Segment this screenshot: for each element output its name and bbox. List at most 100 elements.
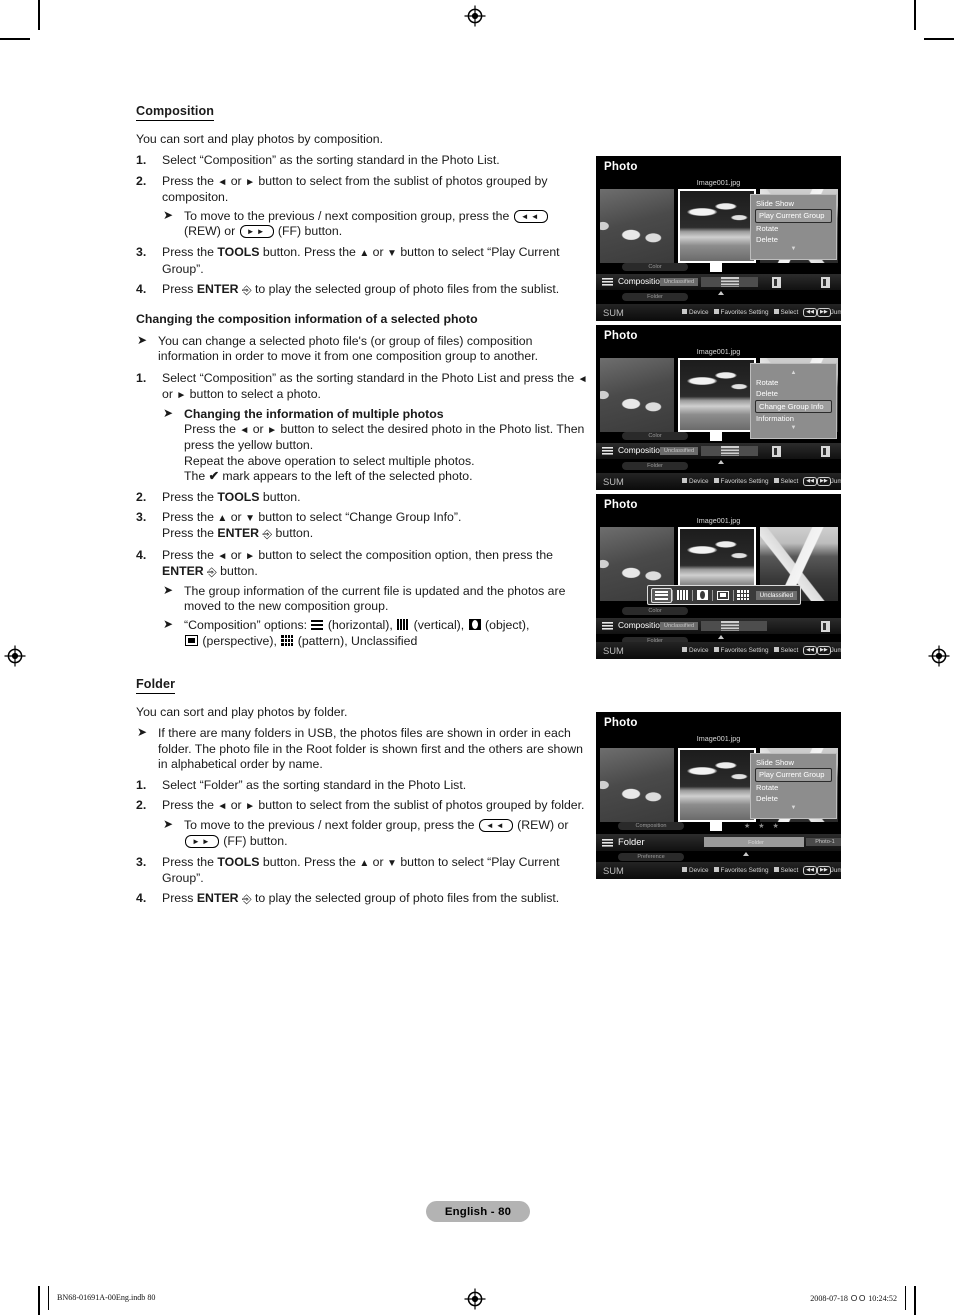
instructions-column: Composition You can sort and play photos… bbox=[136, 104, 588, 912]
photo-thumbnail-selected[interactable] bbox=[678, 358, 756, 432]
help-select[interactable]: Select bbox=[773, 867, 798, 874]
sort-current-row[interactable]: Composition Unclassified bbox=[596, 443, 841, 459]
option-unclassified[interactable]: Unclassified bbox=[755, 590, 798, 600]
tools-popup-menu[interactable]: ▲ Rotate Delete Change Group Info Inform… bbox=[750, 363, 837, 439]
composition-option-bar[interactable]: Unclassified bbox=[647, 585, 801, 605]
sum-label: SUM bbox=[603, 476, 624, 487]
rew-jump-icon: ◀◀ bbox=[803, 646, 817, 655]
help-select[interactable]: Select bbox=[773, 478, 798, 485]
help-jump[interactable]: ◀◀▶▶Jump bbox=[803, 477, 841, 486]
sort-current-label: Composition bbox=[618, 620, 665, 630]
help-device[interactable]: Device bbox=[682, 647, 709, 654]
menu-item-delete[interactable]: Delete bbox=[751, 388, 836, 399]
right-arrow-icon: ► bbox=[176, 389, 187, 401]
page-jump-marker-right[interactable] bbox=[821, 446, 830, 457]
help-jump[interactable]: ◀◀▶▶Jump bbox=[803, 866, 841, 875]
sort-current-row[interactable]: Folder Folder Photo-1 bbox=[596, 834, 841, 851]
sort-navigation-zone: ★ ★ ★ Composition Folder Folder Photo-1 … bbox=[596, 822, 841, 864]
page-jump-marker-left[interactable] bbox=[772, 277, 781, 288]
photo-thumbnail-selected[interactable] bbox=[678, 748, 756, 822]
menu-item-delete[interactable]: Delete bbox=[751, 234, 836, 245]
photo-thumbnail[interactable] bbox=[600, 189, 674, 263]
menu-item-delete[interactable]: Delete bbox=[751, 793, 836, 804]
sort-option-above[interactable]: Color bbox=[622, 432, 688, 440]
tv-screen-title: Photo bbox=[604, 499, 638, 511]
option-vertical[interactable] bbox=[673, 589, 692, 602]
sort-option-below[interactable]: Preference bbox=[618, 853, 684, 861]
help-jump[interactable]: ◀◀▶▶Jump bbox=[803, 646, 841, 655]
menu-item-rotate[interactable]: Rotate bbox=[751, 377, 836, 388]
group-scroll-knob[interactable] bbox=[721, 446, 739, 456]
menu-item-slide-show[interactable]: Slide Show bbox=[751, 757, 836, 768]
menu-item-play-current-group[interactable]: Play Current Group bbox=[755, 209, 832, 223]
step-item: 2. Press the ◄ or ► button to select fro… bbox=[136, 174, 588, 240]
rew-key-icon: ◄◄ bbox=[478, 819, 513, 833]
screenshot-change-group-info-menu: Photo Image001.jpg ▲ Rotate Delete Chang… bbox=[596, 325, 841, 490]
multiple-photos-note: ➤ Changing the information of multiple p… bbox=[162, 406, 588, 484]
group-scroll-track[interactable] bbox=[701, 621, 767, 631]
group-scroll-track[interactable] bbox=[701, 277, 758, 287]
option-pattern[interactable] bbox=[733, 589, 752, 602]
sort-option-above[interactable]: Color bbox=[622, 607, 688, 615]
option-horizontal[interactable] bbox=[651, 587, 673, 603]
step-text: Press the TOOLS button. Press the ▲ or ▼… bbox=[162, 245, 560, 276]
note-item: ➤ To move to the previous / next folder … bbox=[163, 817, 569, 848]
left-arrow-icon: ◄ bbox=[217, 550, 228, 562]
menu-item-change-group-info[interactable]: Change Group Info bbox=[755, 399, 832, 414]
menu-item-slide-show[interactable]: Slide Show bbox=[751, 198, 836, 209]
sum-label: SUM bbox=[603, 645, 624, 656]
group-scroll-knob[interactable] bbox=[721, 621, 739, 631]
option-object[interactable] bbox=[693, 589, 712, 602]
ff-key-icon: ►► bbox=[185, 834, 219, 848]
composition-steps: 1. Select “Composition” as the sorting s… bbox=[136, 153, 588, 298]
page-jump-marker-right[interactable] bbox=[821, 621, 830, 632]
sort-option-above[interactable]: Color bbox=[622, 263, 688, 271]
page-jump-marker-left[interactable] bbox=[772, 446, 781, 457]
photo-thumbnail[interactable] bbox=[600, 748, 674, 822]
help-device[interactable]: Device bbox=[682, 309, 709, 316]
tv-screen-title: Photo bbox=[604, 161, 638, 173]
option-perspective[interactable] bbox=[713, 589, 732, 602]
note-bullet-icon: ➤ bbox=[163, 583, 174, 598]
help-bar: SUM Device Favorites Setting Select ◀◀ ▶▶… bbox=[596, 862, 841, 879]
step-item: 2. Press the ◄ or ► button to select fro… bbox=[136, 798, 588, 849]
group-chip-right: Photo-1 bbox=[806, 838, 841, 846]
sort-option-above[interactable]: Composition bbox=[618, 822, 684, 830]
registration-mark-top bbox=[464, 5, 486, 27]
photo-thumbnail-selected[interactable] bbox=[678, 189, 756, 263]
sort-option-below[interactable]: Folder bbox=[622, 293, 688, 301]
tv-screen-title: Photo bbox=[604, 717, 638, 729]
help-bar: SUM Device Favorites Setting Select ◀◀ ▶▶… bbox=[596, 304, 841, 321]
help-select[interactable]: Select bbox=[773, 647, 798, 654]
help-device[interactable]: Device bbox=[682, 478, 709, 485]
help-select[interactable]: Select bbox=[773, 309, 798, 316]
group-scroll-knob[interactable] bbox=[721, 277, 739, 287]
help-jump[interactable]: ◀◀▶▶Jump bbox=[803, 308, 841, 317]
crop-mark-top-left-v bbox=[38, 0, 40, 30]
help-device[interactable]: Device bbox=[682, 867, 709, 874]
group-scroll-track[interactable] bbox=[701, 446, 758, 456]
ff-jump-icon: ▶▶ bbox=[816, 308, 831, 317]
help-favorites[interactable]: Favorites Setting bbox=[713, 478, 769, 485]
page-jump-marker-right[interactable] bbox=[821, 277, 830, 288]
yellow-key-icon bbox=[773, 867, 779, 872]
menu-item-rotate[interactable]: Rotate bbox=[751, 223, 836, 234]
menu-item-play-current-group[interactable]: Play Current Group bbox=[755, 768, 832, 782]
menu-item-information[interactable]: Information bbox=[751, 413, 836, 424]
help-favorites[interactable]: Favorites Setting bbox=[713, 309, 769, 316]
tools-popup-menu[interactable]: Slide Show Play Current Group Rotate Del… bbox=[750, 753, 837, 819]
menu-item-rotate[interactable]: Rotate bbox=[751, 782, 836, 793]
sort-current-row[interactable]: Composition Unclassified bbox=[596, 618, 841, 634]
tools-popup-menu[interactable]: Slide Show Play Current Group Rotate Del… bbox=[750, 194, 837, 260]
right-arrow-icon: ► bbox=[245, 801, 255, 813]
sort-current-label: Folder bbox=[618, 836, 645, 847]
help-favorites[interactable]: Favorites Setting bbox=[713, 647, 769, 654]
folder-note: ➤ If there are many folders in USB, the … bbox=[136, 725, 588, 772]
photo-thumbnail[interactable] bbox=[600, 358, 674, 432]
crop-mark-bottom-left-v bbox=[38, 1286, 40, 1315]
note-bullet-icon: ➤ bbox=[163, 617, 174, 632]
sort-current-row[interactable]: Composition Unclassified bbox=[596, 274, 841, 290]
sort-option-below[interactable]: Folder bbox=[622, 462, 688, 470]
help-favorites[interactable]: Favorites Setting bbox=[713, 867, 769, 874]
step-item: 3. Press the TOOLS button. Press the ▲ o… bbox=[136, 855, 588, 886]
